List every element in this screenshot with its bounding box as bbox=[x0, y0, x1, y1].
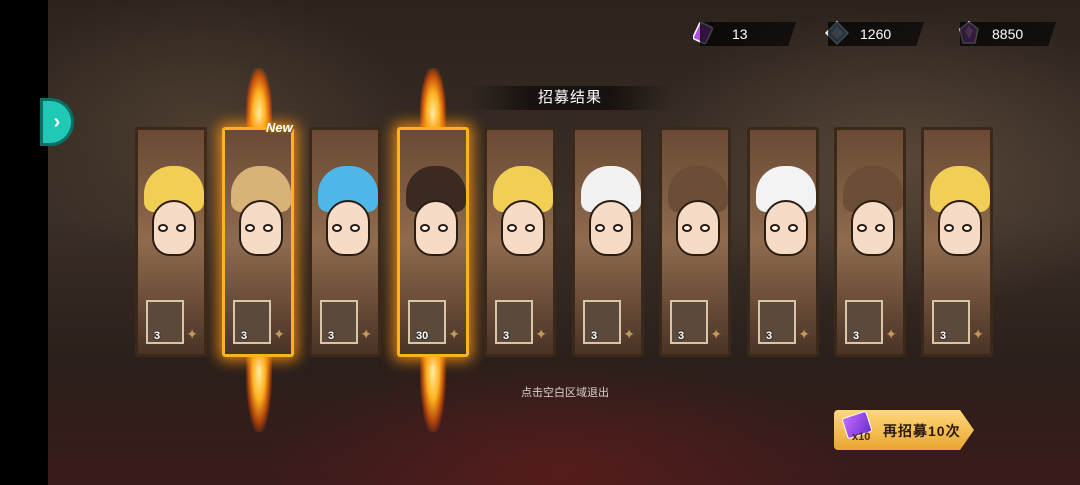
crystal-currency: 8850 bbox=[960, 22, 1056, 46]
flame-effect bbox=[246, 68, 272, 128]
hero-eye bbox=[962, 224, 972, 232]
hero-eye bbox=[525, 224, 535, 232]
hero-card[interactable]: 3 ✦ bbox=[309, 127, 381, 357]
background-scene[interactable]: › 13 1260 8850 招募结果 3 ✦ 3 ✦ 3 ✦ 30 ✦ 3 ✦ 3 ✦ 3 ✦ 3 ✦ 3 ✦ 3… bbox=[0, 0, 1080, 485]
hero-card[interactable]: 3 ✦ bbox=[921, 127, 993, 357]
expand-side-panel-button[interactable]: › bbox=[40, 98, 74, 146]
hero-count: 3 bbox=[940, 330, 947, 342]
star-icon: ✦ bbox=[972, 326, 984, 342]
hero-avatar-thumbnail bbox=[670, 300, 708, 344]
star-icon: ✦ bbox=[360, 326, 372, 342]
hero-eye bbox=[944, 224, 954, 232]
hero-eye bbox=[245, 224, 255, 232]
new-badge: New bbox=[266, 120, 293, 135]
crystal-count: 8850 bbox=[992, 26, 1024, 42]
hero-card[interactable]: 3 ✦ bbox=[222, 127, 294, 357]
hero-avatar-thumbnail bbox=[495, 300, 533, 344]
ticket-currency: 13 bbox=[700, 22, 796, 46]
hero-eye bbox=[507, 224, 517, 232]
hero-count: 30 bbox=[416, 330, 429, 342]
hero-eye bbox=[332, 224, 342, 232]
flame-effect bbox=[420, 352, 446, 432]
hero-count: 3 bbox=[766, 330, 773, 342]
star-icon: ✦ bbox=[710, 326, 722, 342]
flame-effect bbox=[420, 68, 446, 128]
recruit-result-title: 招募结果 bbox=[470, 86, 670, 110]
ticket-count: 13 bbox=[732, 26, 748, 42]
star-icon: ✦ bbox=[448, 326, 460, 342]
star-icon: ✦ bbox=[273, 326, 285, 342]
hero-avatar-thumbnail bbox=[758, 300, 796, 344]
hero-count: 3 bbox=[678, 330, 685, 342]
hero-count: 3 bbox=[591, 330, 598, 342]
star-icon: ✦ bbox=[885, 326, 897, 342]
hero-count: 3 bbox=[241, 330, 248, 342]
hero-eye bbox=[350, 224, 360, 232]
hero-eye bbox=[263, 224, 273, 232]
hero-avatar-thumbnail bbox=[146, 300, 184, 344]
hero-eye bbox=[438, 224, 448, 232]
hero-avatar-thumbnail bbox=[233, 300, 271, 344]
hero-eye bbox=[788, 224, 798, 232]
hero-avatar-thumbnail bbox=[932, 300, 970, 344]
hero-eye bbox=[770, 224, 780, 232]
hero-card[interactable]: 30 ✦ bbox=[397, 127, 469, 357]
recruit-again-label: 再招募10次 bbox=[883, 423, 961, 439]
hero-count: 3 bbox=[853, 330, 860, 342]
hero-card[interactable]: 3 ✦ bbox=[484, 127, 556, 357]
hero-eye bbox=[420, 224, 430, 232]
chevron-right-icon: › bbox=[53, 110, 61, 133]
hero-eye bbox=[176, 224, 186, 232]
hero-card[interactable]: 3 ✦ bbox=[572, 127, 644, 357]
hero-count: 3 bbox=[328, 330, 335, 342]
hero-card[interactable]: 3 ✦ bbox=[834, 127, 906, 357]
hero-count: 3 bbox=[503, 330, 510, 342]
hero-card[interactable]: 3 ✦ bbox=[659, 127, 731, 357]
diamond-currency: 1260 bbox=[828, 22, 924, 46]
hero-eye bbox=[700, 224, 710, 232]
diamond-count: 1260 bbox=[860, 26, 892, 42]
hero-eye bbox=[857, 224, 867, 232]
hero-card[interactable]: 3 ✦ bbox=[747, 127, 819, 357]
star-icon: ✦ bbox=[798, 326, 810, 342]
hero-eye bbox=[682, 224, 692, 232]
recruit-multiplier: x10 bbox=[852, 431, 871, 443]
exit-hint: 点击空白区域退出 bbox=[521, 387, 609, 399]
left-black-bar bbox=[0, 0, 48, 485]
hero-avatar-thumbnail bbox=[845, 300, 883, 344]
hero-count: 3 bbox=[154, 330, 161, 342]
hero-avatar-thumbnail bbox=[320, 300, 358, 344]
hero-eye bbox=[158, 224, 168, 232]
hero-avatar-thumbnail bbox=[583, 300, 621, 344]
hero-eye bbox=[595, 224, 605, 232]
hero-eye bbox=[875, 224, 885, 232]
star-icon: ✦ bbox=[535, 326, 547, 342]
star-icon: ✦ bbox=[186, 326, 198, 342]
hero-card[interactable]: 3 ✦ bbox=[135, 127, 207, 357]
hero-eye bbox=[613, 224, 623, 232]
star-icon: ✦ bbox=[623, 326, 635, 342]
flame-effect bbox=[246, 352, 272, 432]
